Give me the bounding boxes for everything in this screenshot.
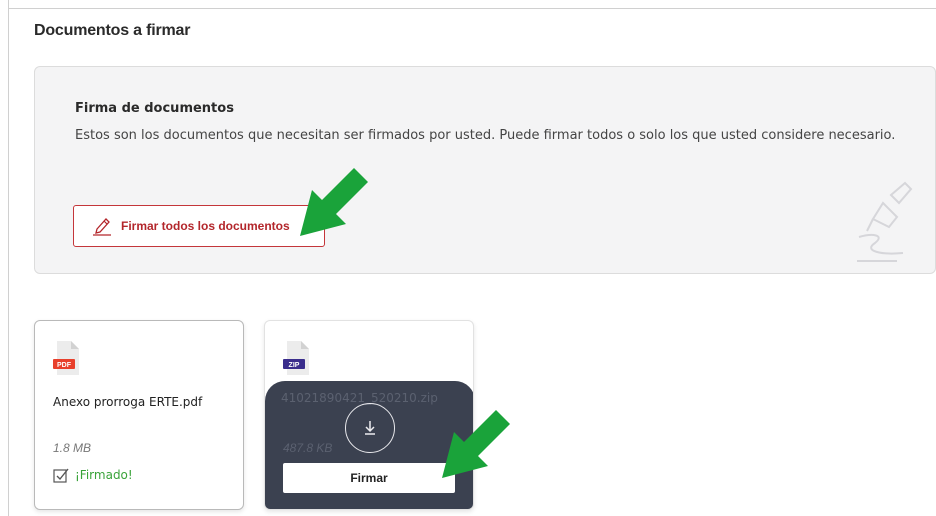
sign-all-button[interactable]: Firmar todos los documentos [73,205,325,247]
frame-border-left [8,0,9,516]
signed-status: ¡Firmado! [53,467,133,483]
info-text: Estos son los documentos que necesitan s… [75,128,896,143]
file-size: 1.8 MB [53,441,92,455]
green-arrow-icon [300,168,368,236]
sign-button-label: Firmar [350,471,388,485]
signed-label: ¡Firmado! [75,468,133,482]
zip-badge: ZIP [289,362,300,369]
sign-all-label: Firmar todos los documentos [121,219,290,233]
download-button[interactable] [345,403,395,453]
file-name: Anexo prorroga ERTE.pdf [53,395,203,409]
frame-border-top [8,8,936,9]
checkbox-icon [53,468,69,483]
file-size: 487.8 KB [283,441,333,455]
zip-file-icon: ZIP [283,341,309,375]
info-title: Firma de documentos [75,101,234,116]
document-card[interactable]: PDF Anexo prorroga ERTE.pdf 1.8 MB ¡Firm… [34,320,244,510]
pen-sign-icon [93,218,111,236]
pdf-badge: PDF [57,362,72,369]
download-icon [365,421,375,435]
section-title: Documentos a firmar [34,22,191,39]
pen-watermark-icon [857,181,913,262]
sign-button[interactable]: Firmar [283,463,455,493]
green-arrow-icon [442,410,510,478]
file-name: 41021890421_520210.zip [281,391,438,405]
pdf-file-icon: PDF [53,341,79,375]
info-panel: Firma de documentos Estos son los docume… [34,66,936,274]
